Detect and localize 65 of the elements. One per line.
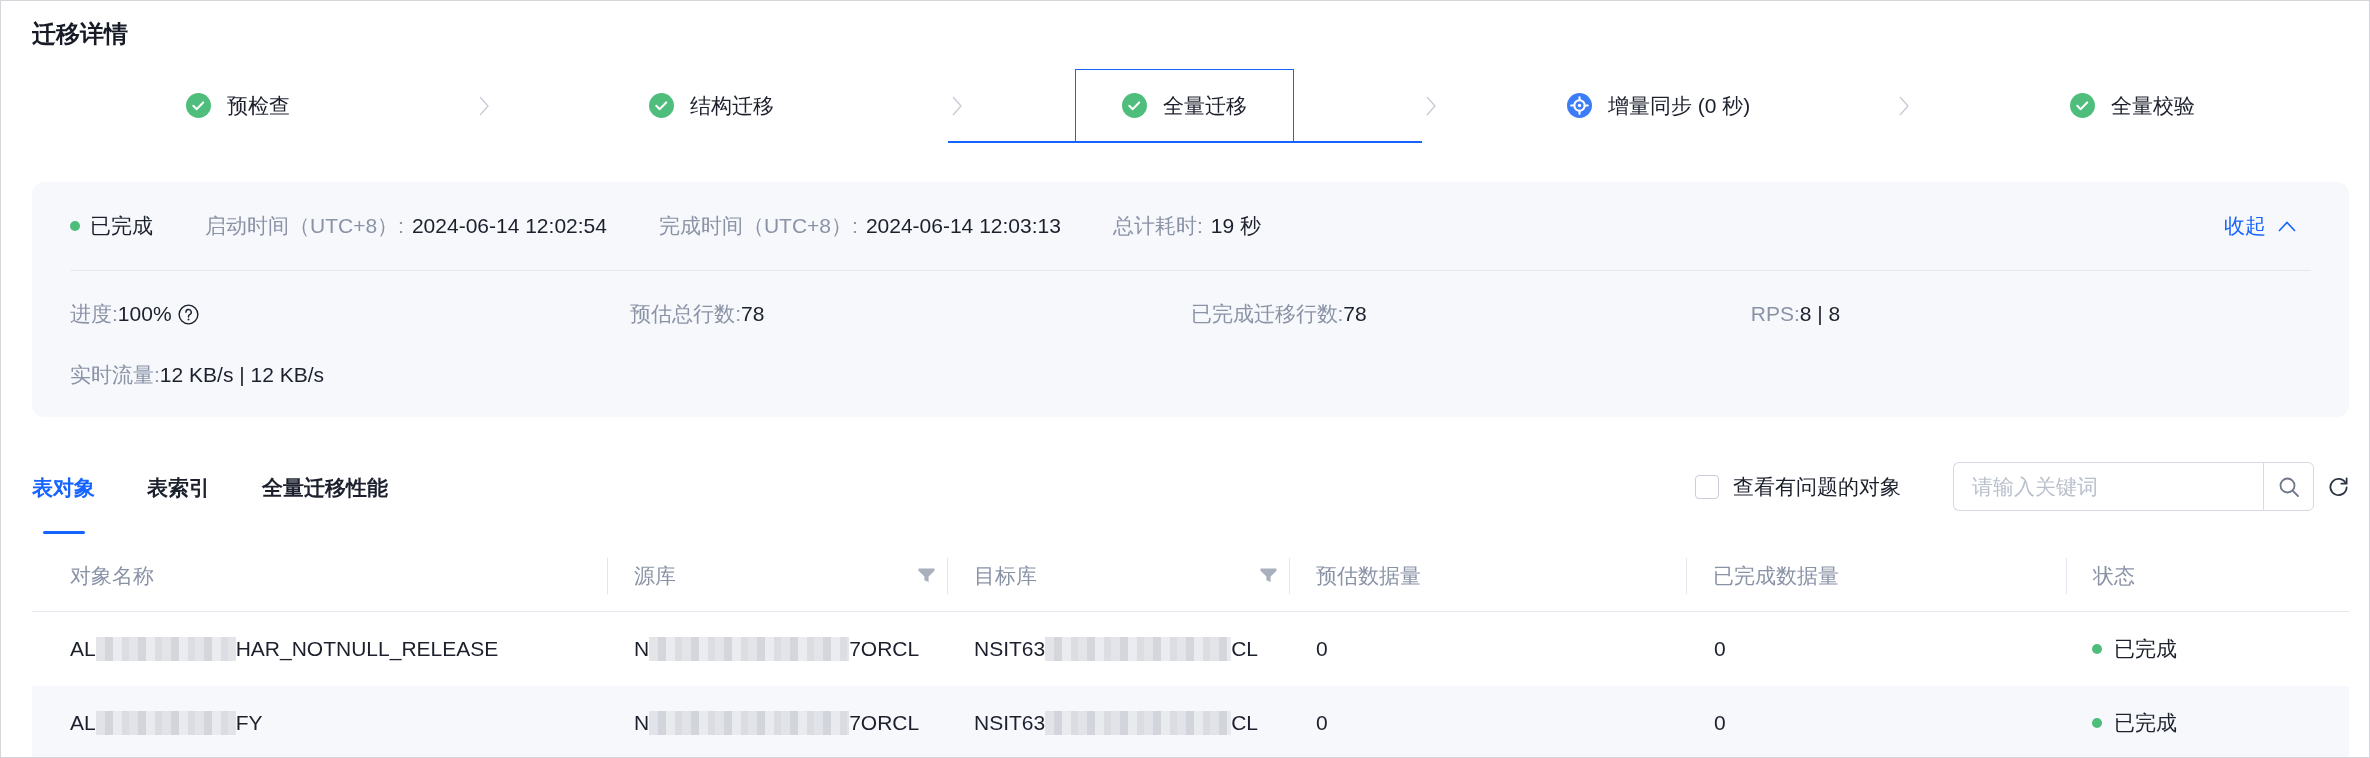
collapse-button[interactable]: 收起: [2224, 211, 2296, 241]
cell-text: AL: [70, 636, 96, 662]
table-cell-text: 0: [1316, 636, 1328, 662]
cell-text: N: [634, 710, 650, 736]
tab[interactable]: 表索引: [147, 459, 210, 534]
search-icon: [2277, 475, 2300, 498]
field-value: 78: [1343, 301, 1367, 327]
field-value: 8 | 8: [1799, 301, 1841, 327]
field-label: 进度:: [70, 301, 118, 327]
column-header: 目标库: [974, 562, 1037, 589]
step-tab[interactable]: 预检查: [1, 69, 475, 143]
cell-text: CL: [1231, 636, 1259, 662]
status-text: 已完成: [2114, 710, 2177, 736]
step-tab[interactable]: 增量同步 (0 秒): [1421, 69, 1896, 143]
cell-text: CL: [1231, 710, 1259, 736]
field-value: 19 秒: [1210, 213, 1261, 239]
tab[interactable]: 全量迁移性能: [262, 459, 388, 534]
field-label: 启动时间（UTC+8）:: [205, 213, 404, 239]
chevron-right-icon: [478, 96, 489, 116]
help-icon[interactable]: [177, 303, 199, 325]
column-header: 预估数据量: [1316, 562, 1421, 589]
step-tab[interactable]: 全量迁移: [948, 69, 1422, 143]
chevron-up-icon: [2278, 220, 2296, 232]
column-header: 对象名称: [70, 562, 154, 589]
field-label: 预估总行数:: [630, 301, 742, 327]
column-header: 源库: [634, 562, 676, 589]
chevron-right-icon: [952, 96, 963, 116]
cell-text: 7ORCL: [849, 636, 920, 662]
column-header: 已完成数据量: [1713, 562, 1839, 589]
field-value: 78: [741, 301, 765, 327]
field-value: 100%: [117, 301, 172, 327]
search-field[interactable]: 请输入关键词: [1953, 462, 2263, 511]
checkbox[interactable]: [1695, 474, 1719, 499]
status-text: 已完成: [90, 213, 153, 239]
field-value: 2024-06-14 12:02:54: [411, 213, 607, 239]
step-tab[interactable]: 全量校验: [1895, 69, 2369, 143]
page-title: 迁移详情: [32, 19, 128, 49]
chevron-right-icon: [1425, 96, 1436, 116]
field-value: 12 KB/s | 12 KB/s: [159, 362, 325, 388]
status-text: 已完成: [2114, 636, 2177, 662]
cell-text: AL: [70, 710, 96, 736]
field-value: 2024-06-14 12:03:13: [865, 213, 1061, 239]
cell-text: NSIT63: [974, 636, 1046, 662]
filter-icon[interactable]: [918, 568, 935, 583]
cell-text: 7ORCL: [849, 710, 920, 736]
table-cell-text: 0: [1714, 710, 1726, 736]
field-label: 总计耗时:: [1112, 213, 1203, 239]
filter-icon[interactable]: [1260, 568, 1277, 583]
tab[interactable]: 表对象: [32, 459, 95, 534]
field-label: 实时流量:: [70, 362, 160, 388]
refresh-icon[interactable]: [2328, 476, 2349, 497]
cell-text: N: [634, 636, 650, 662]
column-header: 状态: [2093, 562, 2135, 589]
cell-text: HAR_NOTNULL_RELEASE: [235, 636, 499, 663]
field-label: RPS:: [1750, 301, 1800, 327]
field-label: 已完成迁移行数:: [1190, 301, 1344, 327]
table-cell-text: 0: [1714, 636, 1726, 662]
cell-text: NSIT63: [974, 710, 1046, 736]
search-button[interactable]: [2263, 462, 2314, 511]
step-tab[interactable]: 结构迁移: [474, 69, 949, 143]
table-cell-text: 0: [1316, 710, 1328, 736]
checkbox-label[interactable]: 查看有问题的对象: [1733, 471, 1901, 502]
chevron-right-icon: [1899, 96, 1910, 116]
field-label: 完成时间（UTC+8）:: [658, 213, 858, 239]
cell-text: FY: [235, 710, 263, 736]
